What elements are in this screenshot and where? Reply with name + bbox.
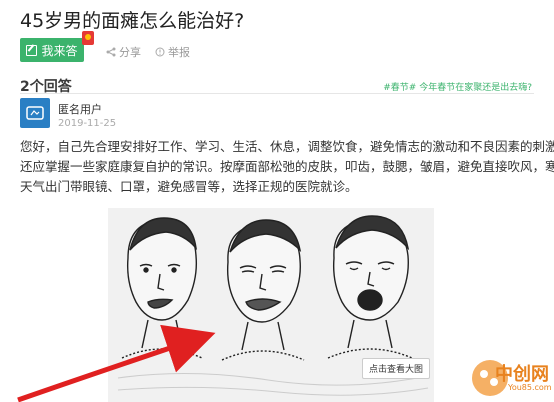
anonymous-user-icon xyxy=(26,106,44,120)
topic-tag[interactable]: #春节# 今年春节在家聚还是出去嗨? xyxy=(383,80,532,93)
report-button[interactable]: 举报 xyxy=(155,44,190,60)
share-icon xyxy=(106,47,116,57)
answer-line: 还应掌握一些家庭康复自护的常识。按摩面部松弛的皮肤，叩齿，鼓腮，皱眉，避免直接吹… xyxy=(20,159,554,174)
topic-tag-link[interactable]: 今年春节在家聚还是出去嗨? xyxy=(419,83,532,93)
share-button[interactable]: 分享 xyxy=(106,44,141,60)
answer-line: 天气出门带眼镜、口罩，避免感冒等，选择正规的医院就诊。 xyxy=(20,179,358,194)
watermark-sub: You85.com xyxy=(508,383,552,392)
answer-button[interactable]: 我来答 xyxy=(20,38,84,62)
report-icon xyxy=(155,47,165,57)
avatar[interactable] xyxy=(20,98,50,128)
share-label: 分享 xyxy=(119,46,141,59)
red-packet-icon xyxy=(82,31,94,45)
report-label: 举报 xyxy=(168,46,190,59)
answer-body: 您好，自己先合理安排好工作、学习、生活、休息，调整饮食，避免情志的激动和不良因素… xyxy=(20,137,554,197)
view-large-button[interactable]: 点击查看大图 xyxy=(361,358,430,379)
question-title: 45岁男的面瘫怎么能治好? xyxy=(20,10,245,32)
divider xyxy=(20,93,534,94)
answer-button-label: 我来答 xyxy=(41,43,78,58)
answer-line: 您好，自己先合理安排好工作、学习、生活、休息，调整饮食，避免情志的激动和不良因素… xyxy=(20,139,554,154)
answer-date: 2019-11-25 xyxy=(58,118,117,129)
topic-tag-prefix: #春节# xyxy=(383,83,417,93)
answer-image[interactable]: 点击查看大图 xyxy=(108,208,434,402)
username[interactable]: 匿名用户 xyxy=(58,101,102,117)
edit-icon xyxy=(26,44,38,56)
